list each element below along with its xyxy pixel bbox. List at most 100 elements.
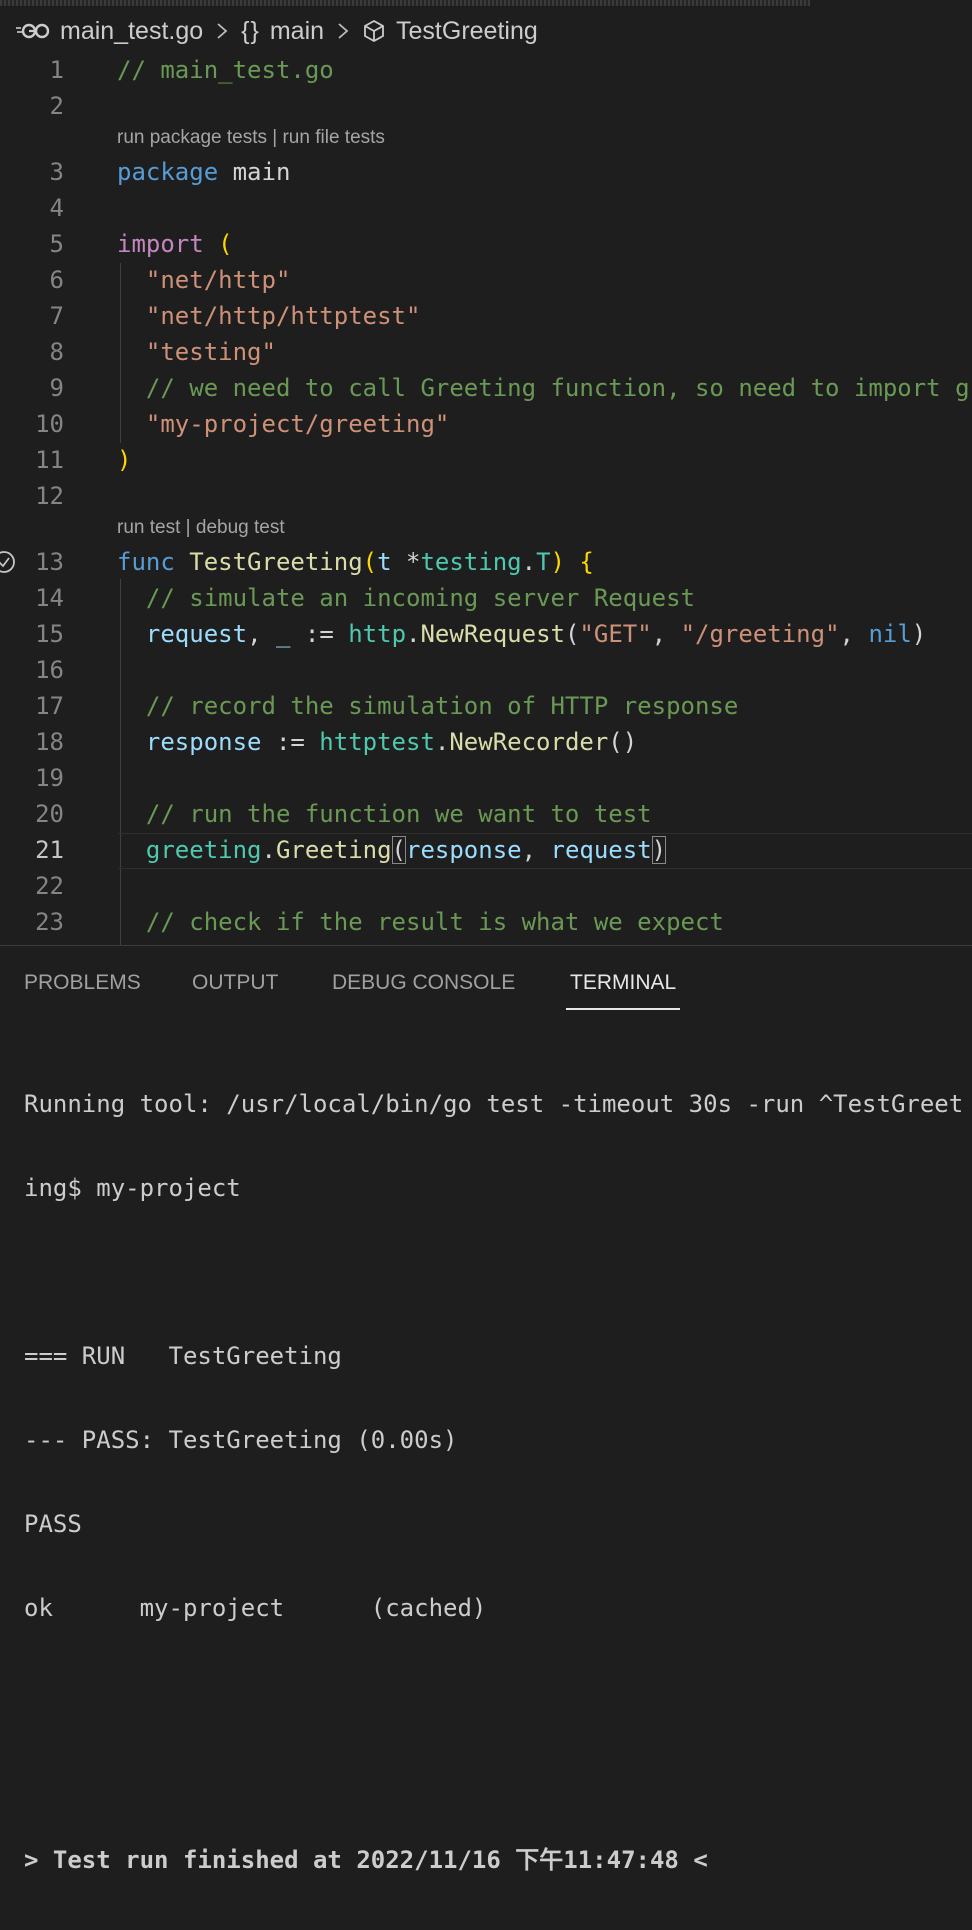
terminal-line: --- PASS: TestGreeting (0.00s)	[24, 1426, 458, 1454]
tab-problems[interactable]: PROBLEMS	[24, 964, 141, 1010]
code-lens-package: run package tests | run file tests	[117, 124, 385, 152]
terminal-finish-line: > Test run finished at 2022/11/16 下午11:4…	[24, 1846, 708, 1874]
code-text: response := httptest.NewRecorder()	[117, 724, 637, 760]
tab-terminal[interactable]: TERMINAL	[566, 964, 681, 1010]
tab-output[interactable]: OUTPUT	[192, 964, 278, 1010]
code-token: "my-project/greeting"	[145, 410, 450, 438]
code-lens-test: run test | debug test	[117, 514, 285, 542]
code-token: // simulate an incoming server Request	[145, 584, 695, 612]
code-line[interactable]: 15 request, _ := http.NewRequest("GET", …	[0, 616, 972, 652]
code-text: // simulate an incoming server Request	[117, 580, 695, 616]
line-number: 14	[35, 584, 64, 612]
code-token: (	[391, 836, 406, 864]
code-line[interactable]: 8 "testing"	[0, 334, 972, 370]
code-token: // record the simulation of HTTP respons…	[145, 692, 739, 720]
code-text: "my-project/greeting"	[117, 406, 449, 442]
code-line[interactable]: 11)	[0, 442, 972, 478]
code-token: (	[362, 548, 378, 576]
code-editor[interactable]: run package tests | run file tests run t…	[0, 52, 972, 945]
code-line[interactable]: 4	[0, 190, 972, 226]
code-text: // we need to call Greeting function, so…	[117, 370, 970, 406]
code-line[interactable]: 5 import (	[0, 226, 972, 262]
code-token: // check if the result is what we expect	[145, 908, 724, 936]
code-line[interactable]: 12	[0, 478, 972, 514]
code-text: // check if the result is what we expect	[117, 904, 724, 940]
code-line[interactable]: 21 greeting.Greeting(response, request)	[0, 832, 972, 868]
code-token: "testing"	[145, 338, 276, 366]
code-line[interactable]: 6 "net/http"	[0, 262, 972, 298]
breadcrumb-symbol[interactable]: TestGreeting	[396, 17, 538, 46]
code-line[interactable]: 10 "my-project/greeting"	[0, 406, 972, 442]
line-number: 23	[35, 908, 64, 936]
code-token: NewRequest	[420, 620, 565, 648]
code-line[interactable]: 20 // run the function we want to test	[0, 796, 972, 832]
code-text: // run the function we want to test	[117, 796, 652, 832]
code-line[interactable]: 17 // record the simulation of HTTP resp…	[0, 688, 972, 724]
code-lens-separator: |	[272, 127, 278, 148]
code-text: // record the simulation of HTTP respons…	[117, 688, 738, 724]
code-token: TestGreeting	[189, 548, 363, 576]
code-line[interactable]: 18 response := httptest.NewRecorder()	[0, 724, 972, 760]
code-text: package main	[117, 154, 290, 190]
code-line[interactable]: 14 // simulate an incoming server Reques…	[0, 580, 972, 616]
run-test-link[interactable]: run test	[117, 517, 180, 538]
code-line[interactable]: 16	[0, 652, 972, 688]
run-file-tests-link[interactable]: run file tests	[282, 127, 384, 148]
code-lens-separator: |	[185, 517, 191, 538]
line-number: 22	[35, 872, 64, 900]
code-token: "/greeting"	[680, 620, 840, 648]
code-line[interactable]: 2	[0, 88, 972, 124]
debug-test-link[interactable]: debug test	[196, 517, 285, 538]
code-line[interactable]: 7 "net/http/httptest"	[0, 298, 972, 334]
chevron-right-icon	[215, 21, 229, 41]
line-number: 8	[49, 338, 64, 366]
line-number: 2	[49, 92, 64, 120]
code-token: _	[275, 620, 291, 648]
code-token: // we need to call Greeting function, so…	[145, 374, 970, 402]
code-line[interactable]: 23 // check if the result is what we exp…	[0, 904, 972, 940]
code-line[interactable]: 22	[0, 868, 972, 904]
breadcrumb-file[interactable]: main_test.go	[60, 17, 203, 46]
code-token: // run the function we want to test	[145, 800, 652, 828]
line-number: 18	[35, 728, 64, 756]
code-token: )	[550, 548, 565, 576]
tab-debug-console[interactable]: DEBUG CONSOLE	[332, 964, 515, 1010]
code-token: "net/http/httptest"	[145, 302, 421, 330]
line-number: 10	[35, 410, 64, 438]
code-line[interactable]: 13 func TestGreeting(t *testing.T) {	[0, 544, 972, 580]
code-token: ,	[247, 620, 276, 648]
code-token: package	[117, 158, 219, 186]
code-token: (	[218, 230, 233, 258]
terminal-line: PASS	[24, 1510, 82, 1538]
code-token: Greeting	[275, 836, 392, 864]
braces-icon: {}	[241, 16, 260, 45]
code-token: .	[261, 836, 276, 864]
terminal-output[interactable]: Running tool: /usr/local/bin/go test -ti…	[24, 1034, 963, 1930]
run-package-tests-link[interactable]: run package tests	[117, 127, 267, 148]
line-number: 9	[49, 374, 64, 402]
code-token: func	[117, 548, 175, 576]
code-line[interactable]: 3 package main	[0, 154, 972, 190]
code-line[interactable]: 19	[0, 760, 972, 796]
code-line[interactable]: 1 // main_test.go	[0, 52, 972, 88]
terminal-line: Running tool: /usr/local/bin/go test -ti…	[24, 1090, 964, 1118]
code-text: // main_test.go	[117, 52, 334, 88]
code-token: t	[377, 548, 392, 576]
code-token: (	[564, 620, 580, 648]
code-token: import	[117, 230, 204, 258]
code-token: "GET"	[579, 620, 652, 648]
code-line[interactable]: 9 // we need to call Greeting function, …	[0, 370, 972, 406]
breadcrumb-scope[interactable]: main	[270, 17, 324, 46]
code-token: ()	[608, 728, 638, 756]
